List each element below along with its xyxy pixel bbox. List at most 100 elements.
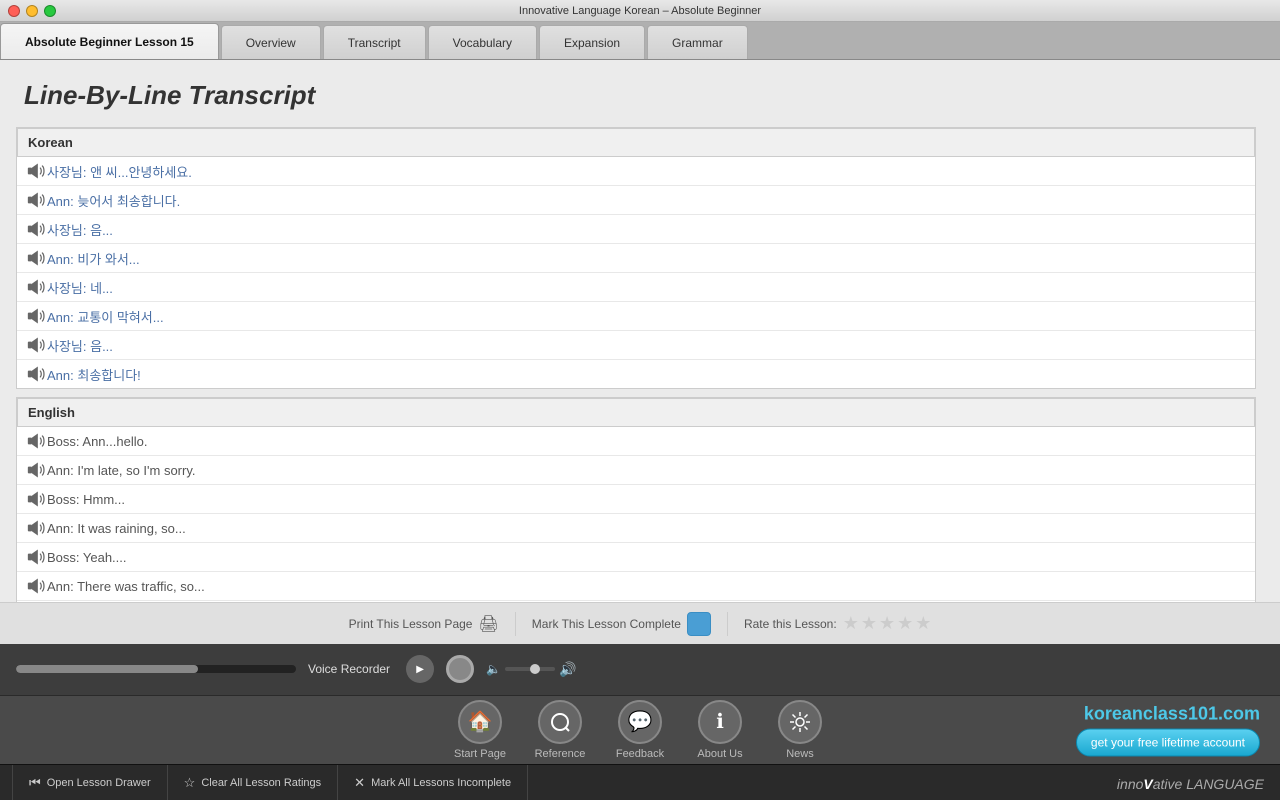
tab-transcript[interactable]: Transcript — [323, 25, 426, 59]
speaker-icon[interactable] — [27, 576, 47, 596]
transcript-row: Ann: It was raining, so... — [17, 514, 1255, 543]
speaker-icon[interactable] — [27, 364, 47, 384]
rate-item: Rate this Lesson: ★ ★ ★ ★ ★ — [744, 613, 931, 634]
transcript-text: 사장님: 음... — [47, 336, 113, 355]
speaker-icon[interactable] — [27, 460, 47, 480]
transcript-text: Ann: 늦어서 최송합니다. — [47, 191, 180, 210]
transcript-text: Boss: Hmm... — [47, 492, 125, 507]
open-lesson-drawer-button[interactable]: ⏮ Open Lesson Drawer — [12, 765, 168, 800]
bottom-area: Voice Recorder ▶ 🔈 🔊 🏠 Start Page — [0, 644, 1280, 764]
tab-grammar[interactable]: Grammar — [647, 25, 748, 59]
clear-ratings-button[interactable]: ☆ Clear All Lesson Ratings — [168, 765, 339, 800]
transcript-text: Ann: 최송합니다! — [47, 365, 141, 384]
progress-fill — [16, 665, 198, 673]
transcript-row: Boss: Yeah.... — [17, 543, 1255, 572]
speaker-icon[interactable] — [27, 547, 47, 567]
volume-high-icon: 🔊 — [559, 661, 576, 678]
content-area: Line-By-Line Transcript Korean 사장님: 앤 씨.… — [0, 60, 1280, 644]
minimize-button[interactable] — [26, 5, 38, 17]
mark-incomplete-label: Mark All Lessons Incomplete — [371, 777, 511, 789]
transcript-row: Boss: Ann...hello. — [17, 427, 1255, 456]
nav-item-news[interactable]: News — [760, 700, 840, 760]
korean-lines: 사장님: 앤 씨...안녕하세요. Ann: 늦어서 최송합니다. 사장님: 음… — [17, 157, 1255, 388]
transcript-row: Boss: Hmm... — [17, 601, 1255, 602]
record-button[interactable] — [446, 655, 474, 683]
transcript-text: 사장님: 네... — [47, 278, 113, 297]
transcript-row: Ann: 교통이 막혀서... — [17, 302, 1255, 331]
brand-name-part1: korean — [1084, 703, 1143, 723]
maximize-button[interactable] — [44, 5, 56, 17]
speaker-icon[interactable] — [27, 219, 47, 239]
speaker-icon[interactable] — [27, 306, 47, 326]
transcript-text: Ann: There was traffic, so... — [47, 579, 205, 594]
mark-incomplete-button[interactable]: ✕ Mark All Lessons Incomplete — [338, 765, 528, 800]
speaker-icon[interactable] — [27, 518, 47, 538]
transcript-row: 사장님: 앤 씨...안녕하세요. — [17, 157, 1255, 186]
transcript-row: 사장님: 네... — [17, 273, 1255, 302]
volume-handle[interactable] — [530, 664, 540, 674]
news-icon — [778, 700, 822, 744]
transcript-row: Ann: 최송합니다! — [17, 360, 1255, 388]
speaker-icon[interactable] — [27, 248, 47, 268]
star-4[interactable]: ★ — [897, 613, 913, 634]
star-5[interactable]: ★ — [915, 613, 931, 634]
transcript-scroll[interactable]: Korean 사장님: 앤 씨...안녕하세요. Ann: 늦어서 최송합니다.… — [0, 127, 1280, 602]
brand-cta-button[interactable]: get your free lifetime account — [1076, 728, 1260, 756]
star-1[interactable]: ★ — [843, 613, 859, 634]
brand-name: koreanclass101.com — [1084, 703, 1260, 724]
main-window: Absolute Beginner Lesson 15 Overview Tra… — [0, 22, 1280, 800]
volume-track[interactable] — [505, 667, 555, 671]
speaker-icon[interactable] — [27, 277, 47, 297]
tab-bar: Absolute Beginner Lesson 15 Overview Tra… — [0, 22, 1280, 60]
print-label: Print This Lesson Page — [349, 617, 473, 631]
print-item: Print This Lesson Page 🖨 — [349, 614, 499, 634]
speaker-icon[interactable] — [27, 161, 47, 181]
star-rating[interactable]: ★ ★ ★ ★ ★ — [843, 613, 932, 634]
nav-item-start-page[interactable]: 🏠 Start Page — [440, 700, 520, 760]
complete-toggle[interactable] — [687, 612, 711, 636]
progress-bar[interactable] — [16, 665, 296, 673]
brand-name-part2: class101.com — [1143, 703, 1260, 723]
tab-vocabulary[interactable]: Vocabulary — [428, 25, 537, 59]
print-icon[interactable]: 🖨 — [478, 614, 498, 634]
transcript-text: Ann: I'm late, so I'm sorry. — [47, 463, 195, 478]
window-controls — [8, 5, 56, 17]
drawer-icon: ⏮ — [29, 775, 41, 791]
voice-recorder-label: Voice Recorder — [308, 662, 390, 676]
speaker-icon[interactable] — [27, 335, 47, 355]
player-bar: Voice Recorder ▶ 🔈 🔊 — [0, 644, 1280, 696]
transcript-text: Boss: Yeah.... — [47, 550, 127, 565]
title-bar: Innovative Language Korean – Absolute Be… — [0, 0, 1280, 22]
transcript-row: Ann: 비가 와서... — [17, 244, 1255, 273]
tab-expansion[interactable]: Expansion — [539, 25, 645, 59]
korean-section: Korean 사장님: 앤 씨...안녕하세요. Ann: 늦어서 최송합니다.… — [16, 127, 1256, 389]
feedback-icon: 💬 — [618, 700, 662, 744]
nav-item-reference[interactable]: Reference — [520, 700, 600, 760]
play-button[interactable]: ▶ — [406, 655, 434, 683]
volume-low-icon: 🔈 — [486, 662, 501, 676]
clear-ratings-label: Clear All Lesson Ratings — [201, 777, 321, 789]
nav-item-feedback[interactable]: 💬 Feedback — [600, 700, 680, 760]
star-2[interactable]: ★ — [861, 613, 877, 634]
tab-overview[interactable]: Overview — [221, 25, 321, 59]
about-us-icon: ℹ — [698, 700, 742, 744]
speaker-icon[interactable] — [27, 489, 47, 509]
transcript-text: Boss: Ann...hello. — [47, 434, 147, 449]
brand-area: koreanclass101.com get your free lifetim… — [1076, 703, 1260, 756]
star-3[interactable]: ★ — [879, 613, 895, 634]
x-icon: ✕ — [354, 775, 365, 791]
english-header: English — [17, 398, 1255, 427]
rate-label: Rate this Lesson: — [744, 617, 837, 631]
english-section: English Boss: Ann...hello. Ann: I'm late… — [16, 397, 1256, 602]
speaker-icon[interactable] — [27, 431, 47, 451]
tab-lesson[interactable]: Absolute Beginner Lesson 15 — [0, 23, 219, 59]
bottom-toolbar: ⏮ Open Lesson Drawer ☆ Clear All Lesson … — [0, 764, 1280, 800]
window-title: Innovative Language Korean – Absolute Be… — [519, 5, 761, 17]
speaker-icon[interactable] — [27, 190, 47, 210]
bottom-brand: innoVative LANGUAGE — [1117, 776, 1264, 794]
transcript-row: 사장님: 음... — [17, 331, 1255, 360]
volume-slider[interactable]: 🔈 🔊 — [486, 661, 576, 678]
star-icon: ☆ — [184, 775, 196, 791]
close-button[interactable] — [8, 5, 20, 17]
nav-item-about-us[interactable]: ℹ About Us — [680, 700, 760, 760]
